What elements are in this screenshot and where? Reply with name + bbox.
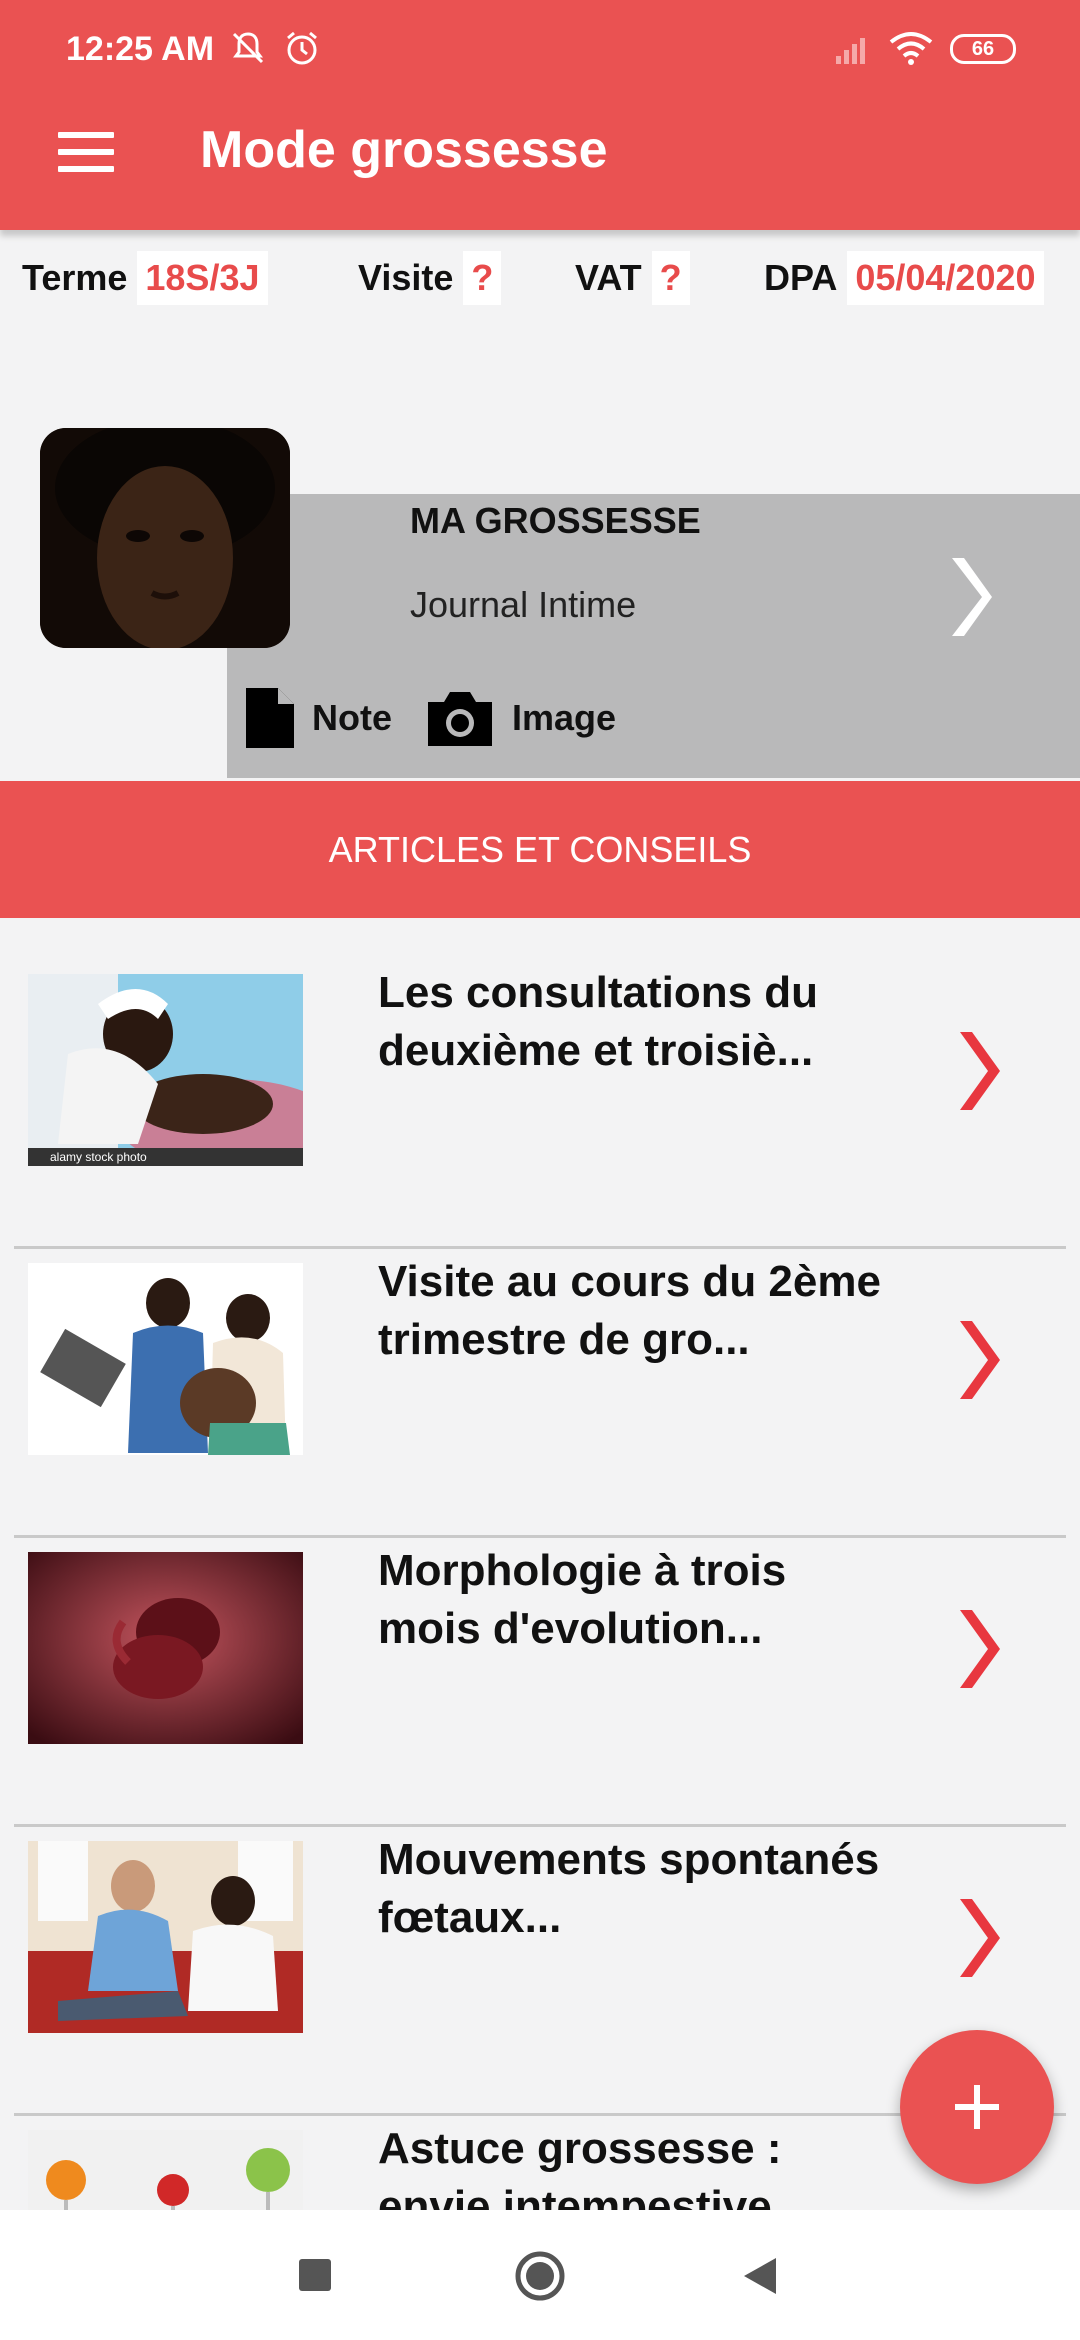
document-icon — [246, 688, 294, 748]
article-thumbnail — [28, 2130, 303, 2210]
signal-icon — [836, 38, 865, 64]
due-date-value: 05/04/2020 — [847, 251, 1044, 305]
term-info: Terme 18S/3J — [22, 248, 268, 308]
article-title: Morphologie à trois mois d'evolution... — [378, 1546, 787, 1653]
journal-chevron-icon[interactable] — [944, 552, 994, 642]
note-button[interactable]: Note — [244, 686, 392, 750]
plus-icon — [955, 2085, 999, 2129]
vat-value[interactable]: ? — [651, 251, 690, 305]
due-date-label: DPA — [764, 257, 838, 298]
chevron-right-icon[interactable] — [954, 1026, 1002, 1116]
watermark-caption: alamy stock photo — [50, 1150, 147, 1164]
status-bar: 12:25 AM 66 — [0, 0, 1080, 100]
home-icon[interactable] — [514, 2250, 566, 2302]
term-label: Terme — [22, 257, 128, 298]
alarm-icon — [287, 31, 317, 65]
chevron-right-icon[interactable] — [954, 1604, 1002, 1694]
status-time: 12:25 AM — [66, 30, 215, 68]
article-item[interactable]: Morphologie à trois mois d'evolution... — [0, 1514, 1080, 1802]
camera-icon — [428, 692, 492, 746]
term-value: 18S/3J — [137, 251, 268, 305]
journal-title: MA GROSSESSE — [410, 500, 701, 541]
note-label: Note — [312, 697, 392, 738]
article-title: Les consultations du deuxième et troisiè… — [378, 968, 819, 1075]
vat-label: VAT — [575, 257, 642, 298]
vat-info[interactable]: VAT ? — [575, 248, 690, 308]
visit-label: Visite — [358, 257, 454, 298]
article-item[interactable]: alamy stock photo Les consultations du d… — [0, 936, 1080, 1224]
articles-section-header: ARTICLES ET CONSEILS — [0, 781, 1080, 918]
muted-bell-icon — [232, 32, 264, 64]
article-title: Mouvements spontanés fœtaux... — [378, 1835, 880, 1942]
article-title: Visite au cours du 2ème trimestre de gro… — [378, 1257, 881, 1364]
article-item[interactable]: Visite au cours du 2ème trimestre de gro… — [0, 1225, 1080, 1513]
page-title: Mode grossesse — [200, 121, 608, 179]
article-title: Astuce grossesse : envie intempestive — [378, 2124, 782, 2210]
wifi-icon — [889, 32, 933, 65]
due-date-info: DPA 05/04/2020 — [764, 248, 1044, 308]
visit-value[interactable]: ? — [463, 251, 502, 305]
system-nav-bar — [0, 2210, 1080, 2340]
menu-icon[interactable] — [58, 132, 114, 172]
battery-indicator: 66 — [950, 34, 1016, 64]
image-label: Image — [512, 697, 617, 738]
app-bar: 12:25 AM 66 Mode grossesse — [0, 0, 1080, 230]
article-thumbnail — [28, 1263, 303, 1455]
back-icon[interactable] — [740, 2256, 780, 2296]
add-fab-button[interactable] — [900, 2030, 1054, 2184]
chevron-right-icon[interactable] — [954, 1315, 1002, 1405]
article-thumbnail — [28, 1552, 303, 1744]
avatar — [40, 428, 290, 648]
pregnancy-info-row: Terme 18S/3J Visite ? VAT ? DPA 05/04/20… — [0, 248, 1080, 308]
article-thumbnail — [28, 1841, 303, 2033]
recents-icon[interactable] — [298, 2258, 332, 2292]
article-thumbnail: alamy stock photo — [28, 974, 303, 1166]
journal-subtitle: Journal Intime — [410, 584, 637, 625]
visit-info[interactable]: Visite ? — [358, 248, 502, 308]
chevron-right-icon[interactable] — [954, 1893, 1002, 1983]
image-button[interactable]: Image — [424, 686, 616, 750]
